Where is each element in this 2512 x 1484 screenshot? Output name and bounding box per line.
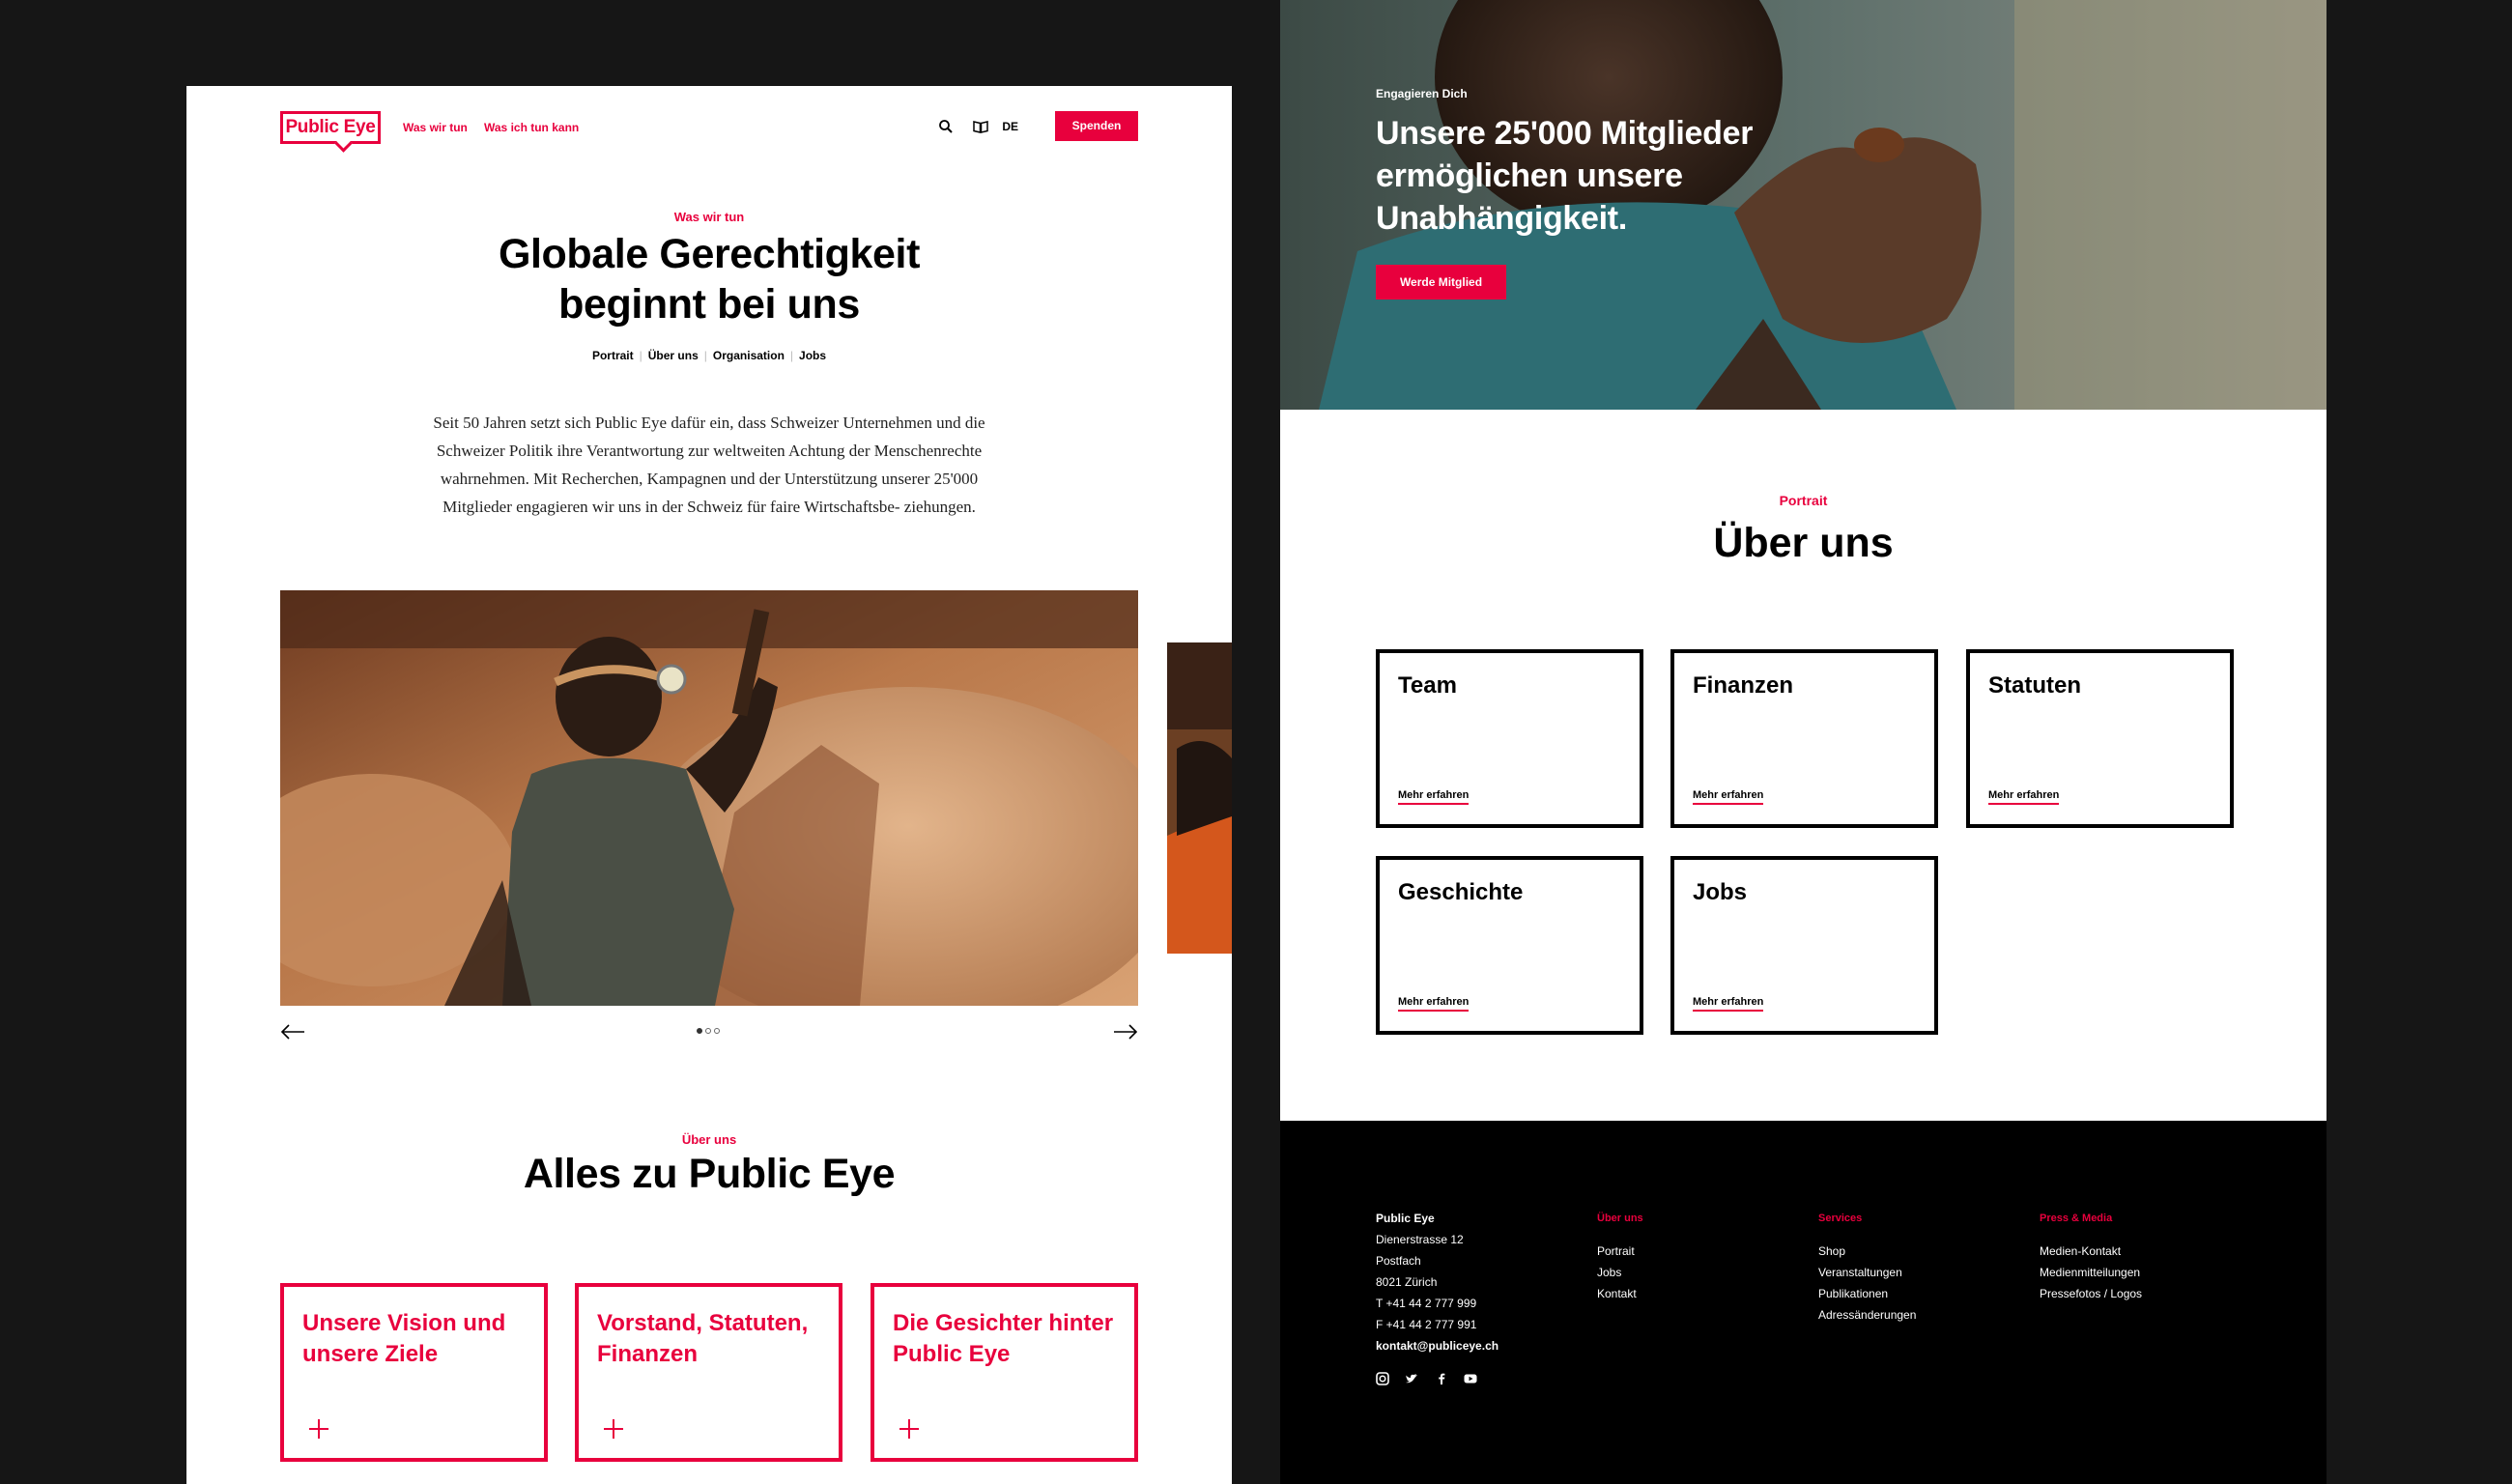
page-title-line-1: Globale Gerechtigkeit <box>498 231 921 277</box>
donate-button[interactable]: Spenden <box>1055 111 1138 141</box>
carousel-image-miner[interactable] <box>280 590 1138 1006</box>
footer-link-pressefotos[interactable]: Pressefotos / Logos <box>2040 1283 2142 1304</box>
card-vision-goals[interactable]: Unsere Vision und unsere Ziele <box>280 1283 548 1462</box>
card-jobs[interactable]: Jobs Mehr erfahren <box>1670 856 1938 1035</box>
subnav-separator: | <box>789 349 794 362</box>
card-team[interactable]: Team Mehr erfahren <box>1376 649 1643 828</box>
card-title: Finanzen <box>1693 672 1794 699</box>
social-links <box>1376 1372 1477 1390</box>
carousel-next-preview[interactable] <box>1167 642 1232 954</box>
footer-phone[interactable]: T +41 44 2 777 999 <box>1376 1293 1499 1314</box>
subnav-separator: | <box>703 349 707 362</box>
subnav-organisation[interactable]: Organisation <box>713 349 785 362</box>
hero-kicker: Was wir tun <box>673 210 745 224</box>
card-title: Statuten <box>1988 672 2081 699</box>
plus-icon <box>604 1419 623 1439</box>
card-title: Team <box>1398 672 1457 699</box>
footer-link-medienmitteilungen[interactable]: Medienmitteilungen <box>2040 1262 2142 1283</box>
footer-org-name: Public Eye <box>1376 1212 1435 1225</box>
about-kicker: Portrait <box>1779 493 1828 508</box>
subnav-jobs[interactable]: Jobs <box>799 349 826 362</box>
search-icon[interactable] <box>938 119 954 134</box>
footer-heading: Press & Media <box>2040 1213 2113 1224</box>
footer-fax: F +41 44 2 777 991 <box>1376 1318 1477 1331</box>
site-header: Public Eye Was wir tun Was ich tun kann … <box>280 111 1138 150</box>
section-kicker: Über uns <box>681 1132 737 1147</box>
card-geschichte[interactable]: Geschichte Mehr erfahren <box>1376 856 1643 1035</box>
footer-box: Postfach <box>1376 1254 1421 1268</box>
hero-kicker: Engagieren Dich <box>1376 87 1468 100</box>
footer-link-portrait[interactable]: Portrait <box>1597 1241 1643 1262</box>
footer-link-shop[interactable]: Shop <box>1818 1241 1916 1262</box>
about-title: Über uns <box>1713 520 1894 566</box>
footer-street: Dienerstrasse 12 <box>1376 1233 1464 1246</box>
sub-navigation: Portrait | Über uns | Organisation | Jobs <box>186 349 1232 362</box>
twitter-icon[interactable] <box>1405 1372 1418 1385</box>
carousel-dot-2[interactable] <box>705 1028 711 1034</box>
card-title: Die Gesichter hinter Public Eye <box>893 1310 1114 1367</box>
nav-link-was-wir-tun[interactable]: Was wir tun <box>403 121 468 134</box>
footer-col-press: Press & Media Medien-Kontakt Medienmitte… <box>2040 1208 2142 1304</box>
site-footer: Public Eye Dienerstrasse 12 Postfach 802… <box>1280 1121 2326 1484</box>
nav-link-was-ich-tun-kann[interactable]: Was ich tun kann <box>484 121 579 134</box>
section-title: Alles zu Public Eye <box>523 1151 896 1197</box>
public-eye-logo[interactable]: Public Eye <box>280 111 381 144</box>
left-page-mockup: Public Eye Was wir tun Was ich tun kann … <box>186 86 1232 1484</box>
more-link[interactable]: Mehr erfahren <box>1988 789 2060 805</box>
plus-icon <box>309 1419 328 1439</box>
youtube-icon[interactable] <box>1464 1372 1477 1385</box>
card-title: Jobs <box>1693 879 1748 905</box>
next-slide-illustration <box>1167 642 1232 954</box>
card-title: Vorstand, Statuten, Finanzen <box>597 1310 809 1367</box>
instagram-icon[interactable] <box>1376 1372 1389 1385</box>
carousel-pagination <box>697 1028 729 1038</box>
more-link[interactable]: Mehr erfahren <box>1693 996 1764 1012</box>
plus-icon <box>899 1419 919 1439</box>
carousel-next-arrow-icon[interactable] <box>1113 1023 1138 1041</box>
footer-email-link[interactable]: kontakt@publiceye.ch <box>1376 1335 1499 1356</box>
membership-hero: Engagieren Dich Unsere 25'000 Mitglieder… <box>1280 0 2326 410</box>
subnav-separator: | <box>639 349 642 362</box>
card-statuten[interactable]: Statuten Mehr erfahren <box>1966 649 2234 828</box>
right-page-mockup: Engagieren Dich Unsere 25'000 Mitglieder… <box>1280 0 2326 1484</box>
card-faces-behind[interactable]: Die Gesichter hinter Public Eye <box>871 1283 1138 1462</box>
more-link[interactable]: Mehr erfahren <box>1693 789 1764 805</box>
card-title: Unsere Vision und unsere Ziele <box>302 1310 506 1367</box>
more-link[interactable]: Mehr erfahren <box>1398 789 1470 805</box>
footer-link-adressaenderungen[interactable]: Adressänderungen <box>1818 1304 1916 1326</box>
card-finanzen[interactable]: Finanzen Mehr erfahren <box>1670 649 1938 828</box>
footer-heading: Services <box>1818 1213 1863 1224</box>
subnav-portrait[interactable]: Portrait <box>592 349 634 362</box>
carousel-dot-3[interactable] <box>714 1028 720 1034</box>
card-title: Geschichte <box>1398 879 1524 905</box>
footer-col-about: Über uns Portrait Jobs Kontakt <box>1597 1208 1643 1304</box>
footer-col-services: Services Shop Veranstaltungen Publikatio… <box>1818 1208 1916 1326</box>
footer-link-kontakt[interactable]: Kontakt <box>1597 1283 1643 1304</box>
intro-text: Seit 50 Jahren setzt sich Public Eye daf… <box>433 414 985 516</box>
carousel-dot-1[interactable] <box>697 1028 702 1034</box>
footer-city: 8021 Zürich <box>1376 1275 1438 1289</box>
footer-address: Public Eye Dienerstrasse 12 Postfach 802… <box>1376 1208 1499 1356</box>
more-link[interactable]: Mehr erfahren <box>1398 996 1470 1012</box>
miner-photo-illustration <box>280 590 1138 1006</box>
book-icon[interactable] <box>973 119 988 134</box>
carousel-prev-arrow-icon[interactable] <box>280 1023 305 1041</box>
hero-title: Unsere 25'000 Mitglieder ermöglichen uns… <box>1376 115 1754 237</box>
footer-link-medien-kontakt[interactable]: Medien-Kontakt <box>2040 1241 2142 1262</box>
subnav-ueber-uns[interactable]: Über uns <box>648 349 699 362</box>
footer-link-jobs[interactable]: Jobs <box>1597 1262 1643 1283</box>
footer-link-veranstaltungen[interactable]: Veranstaltungen <box>1818 1262 1916 1283</box>
page-title: Globale Gerechtigkeit beginnt bei uns <box>186 229 1232 329</box>
footer-heading: Über uns <box>1597 1213 1643 1224</box>
language-switch[interactable]: DE <box>1002 120 1018 133</box>
page-title-line-2: beginnt bei uns <box>558 281 860 328</box>
card-board-statutes-finances[interactable]: Vorstand, Statuten, Finanzen <box>575 1283 842 1462</box>
become-member-button[interactable]: Werde Mitglied <box>1376 265 1506 300</box>
facebook-icon[interactable] <box>1435 1372 1448 1385</box>
footer-link-publikationen[interactable]: Publikationen <box>1818 1283 1916 1304</box>
